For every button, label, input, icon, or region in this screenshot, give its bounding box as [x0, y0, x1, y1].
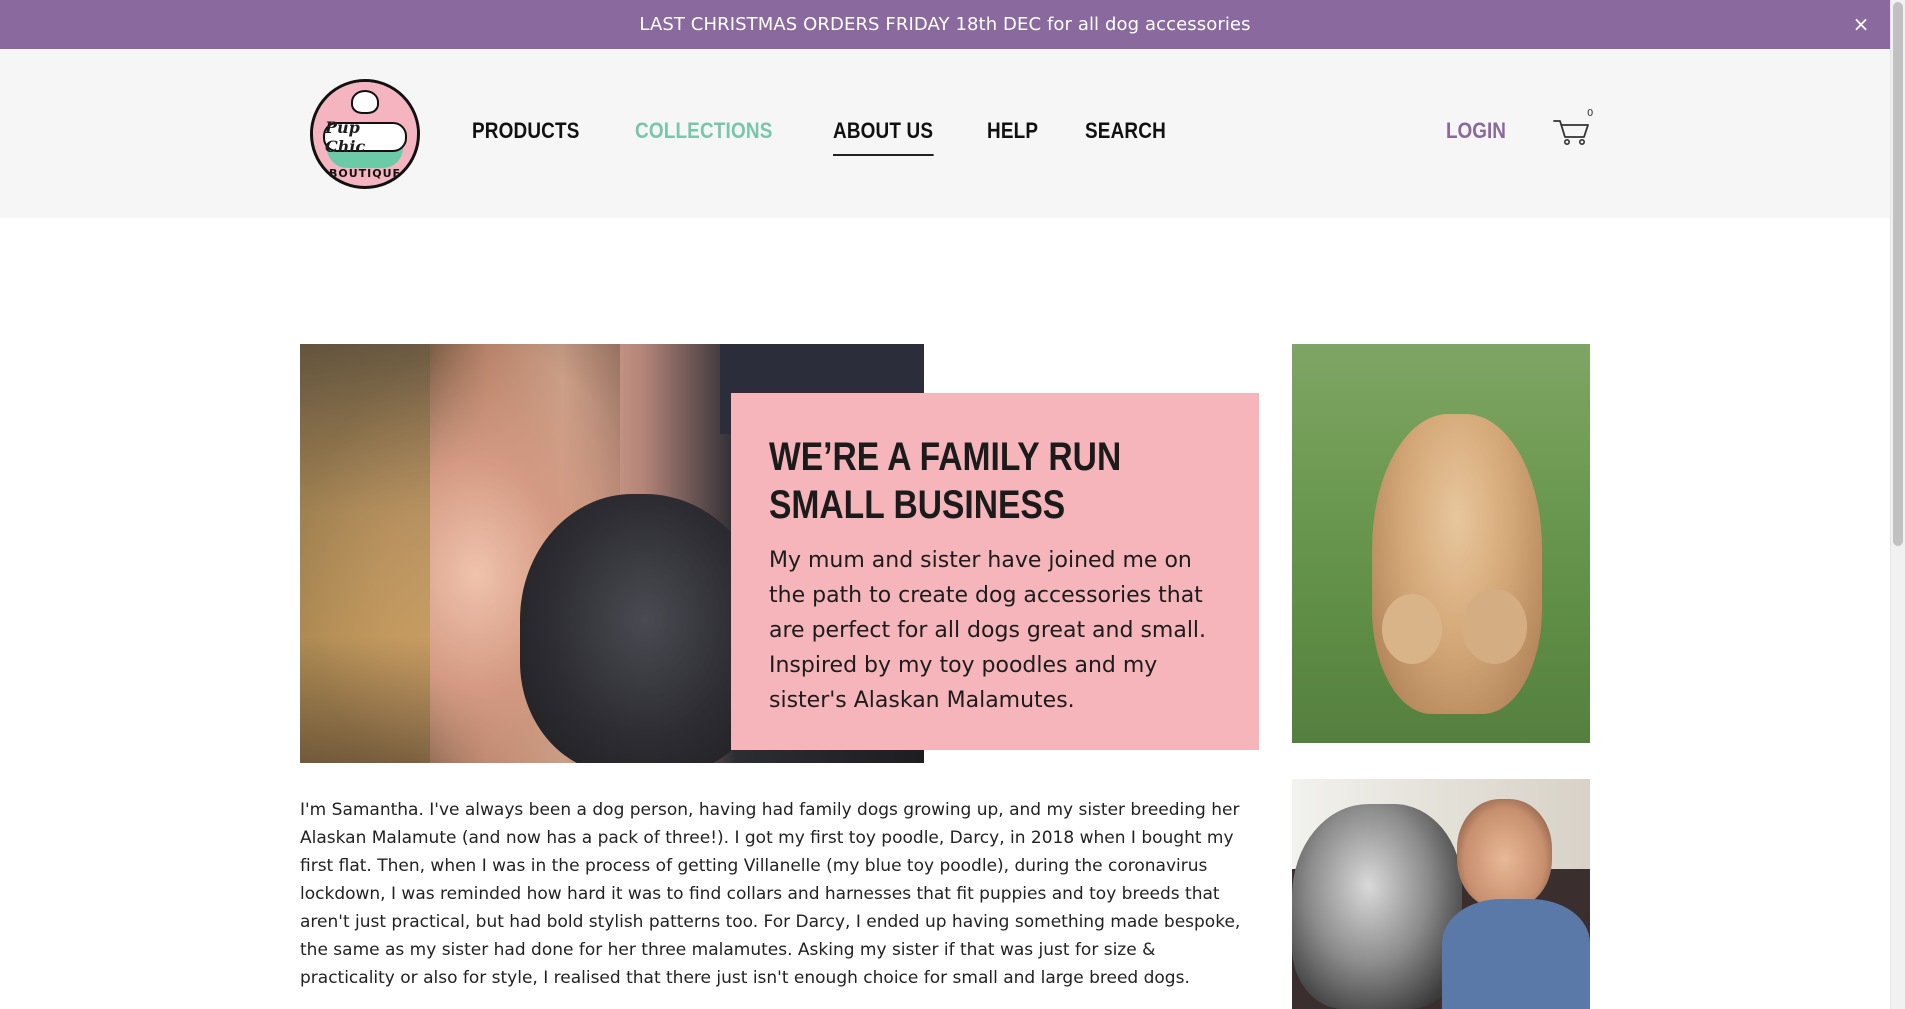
photo-apricot-poodle: [1372, 414, 1542, 714]
poodle-jumping-photo: [1292, 344, 1590, 743]
nav-products[interactable]: PRODUCTS: [472, 118, 580, 144]
family-business-card: WE’RE A FAMILY RUN SMALL BUSINESS My mum…: [731, 393, 1259, 750]
scrollbar-thumb[interactable]: [1893, 2, 1903, 546]
photo-woman-shirt: [1442, 899, 1590, 1009]
card-title: WE’RE A FAMILY RUN SMALL BUSINESS: [769, 435, 1122, 527]
close-icon[interactable]: ×: [1850, 13, 1872, 35]
login-link[interactable]: LOGIN: [1446, 118, 1506, 144]
pup-chic-logo[interactable]: Pup Chic BOUTIQUE: [310, 79, 420, 189]
nav-help[interactable]: HELP: [987, 118, 1038, 144]
photo-woman-face: [1457, 799, 1552, 909]
logo-ring-text: BOUTIQUE: [328, 167, 402, 180]
announcement-text: LAST CHRISTMAS ORDERS FRIDAY 18th DEC fo…: [639, 14, 1251, 35]
photo-paw-right: [1462, 589, 1527, 664]
nav-search[interactable]: SEARCH: [1085, 118, 1166, 144]
photo-malamute: [1292, 804, 1462, 1009]
nav-collections[interactable]: COLLECTIONS: [635, 118, 772, 144]
poodle-icon: [351, 90, 379, 114]
card-text: My mum and sister have joined me on the …: [769, 548, 1207, 713]
photo-hair-region: [300, 344, 430, 763]
cart-count: 0: [1587, 108, 1594, 119]
photo-paw-left: [1382, 594, 1442, 664]
story-paragraph: I'm Samantha. I've always been a dog per…: [300, 800, 1241, 988]
logo-bone-label: Pup Chic: [323, 118, 407, 156]
nav-about-us[interactable]: ABOUT US: [832, 118, 933, 156]
main-nav: PRODUCTS COLLECTIONS ABOUT US HELP SEARC…: [472, 118, 1217, 156]
site-header: Pup Chic BOUTIQUE PRODUCTS COLLECTIONS A…: [0, 49, 1890, 218]
page-scrollbar[interactable]: [1890, 0, 1905, 1009]
cart-icon[interactable]: [1552, 115, 1592, 147]
announcement-bar: LAST CHRISTMAS ORDERS FRIDAY 18th DEC fo…: [0, 0, 1890, 49]
malamute-with-owner-photo: [1292, 779, 1590, 1009]
